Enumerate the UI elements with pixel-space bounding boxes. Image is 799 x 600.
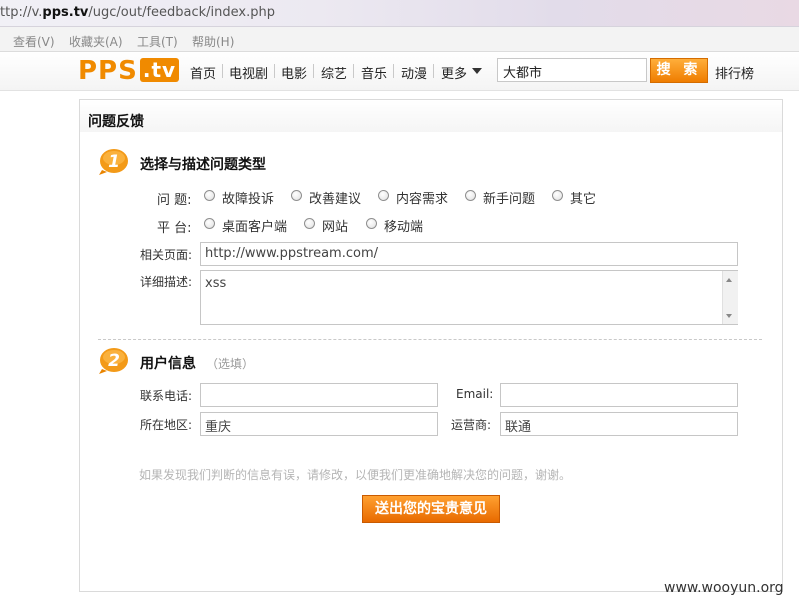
option-desktop-client[interactable]: 桌面客户端 [222, 216, 287, 235]
radio-website[interactable] [304, 218, 315, 229]
page-label: 相关页面: [140, 248, 193, 262]
option-website[interactable]: 网站 [322, 216, 348, 235]
related-page-input[interactable]: http://www.ppstream.com/ [200, 242, 738, 266]
radio-mobile[interactable] [366, 218, 377, 229]
region-input[interactable]: 重庆 [200, 412, 438, 436]
submit-button[interactable]: 送出您的宝贵意见 [362, 495, 500, 523]
watermark: www.wooyun.org [664, 580, 784, 596]
option-suggestion[interactable]: 改善建议 [309, 188, 361, 207]
carrier-input[interactable]: 联通 [500, 412, 738, 436]
radio-other[interactable] [552, 190, 563, 201]
nav-divider [393, 64, 394, 78]
step-2-badge-icon: 2 [99, 348, 128, 374]
nav-more[interactable]: 更多 [441, 63, 467, 82]
nav-divider [274, 64, 275, 78]
menu-view[interactable]: 查看(V) [13, 33, 55, 50]
search-button[interactable]: 搜 索 [650, 58, 708, 83]
menu-tools[interactable]: 工具(T) [137, 33, 178, 50]
nav-divider [222, 64, 223, 78]
search-input[interactable]: 大都市 [497, 58, 647, 82]
nav-ranking[interactable]: 排行榜 [715, 63, 754, 82]
description-textarea[interactable] [200, 270, 738, 325]
nav-divider [313, 64, 314, 78]
nav-home[interactable]: 首页 [190, 63, 216, 82]
radio-desktop-client[interactable] [204, 218, 215, 229]
section-divider [98, 339, 762, 340]
nav-divider [353, 64, 354, 78]
nav-movies[interactable]: 电影 [281, 63, 307, 82]
option-content-request[interactable]: 内容需求 [396, 188, 448, 207]
option-mobile[interactable]: 移动端 [384, 216, 423, 235]
svg-text:2: 2 [108, 351, 120, 371]
panel-title: 问题反馈 [88, 114, 144, 130]
nav-tv-series[interactable]: 电视剧 [229, 63, 268, 82]
hint-text: 如果发现我们判断的信息有误，请修改，以便我们更准确地解决您的问题，谢谢。 [139, 468, 572, 482]
nav-music[interactable]: 音乐 [361, 63, 387, 82]
step-1-badge-icon: 1 [99, 149, 128, 175]
pps-logo[interactable]: PPS .tv [78, 57, 180, 85]
phone-label: 联系电话: [140, 389, 193, 403]
email-input[interactable] [500, 383, 738, 407]
scroll-up-icon[interactable] [726, 278, 732, 282]
optional-note: （选填） [206, 357, 255, 371]
problem-label: 问 题: [157, 193, 192, 208]
nav-anime[interactable]: 动漫 [401, 63, 427, 82]
description-label: 详细描述: [140, 275, 193, 289]
dropdown-arrow-icon[interactable] [472, 68, 482, 74]
radio-content-request[interactable] [378, 190, 389, 201]
section-1-title: 选择与描述问题类型 [140, 157, 266, 173]
menu-help[interactable]: 帮助(H) [192, 33, 234, 50]
radio-fault[interactable] [204, 190, 215, 201]
menu-favorites[interactable]: 收藏夹(A) [69, 33, 123, 50]
email-label: Email: [456, 387, 494, 401]
platform-label: 平 台: [157, 221, 192, 236]
radio-suggestion[interactable] [291, 190, 302, 201]
description-text: xss [205, 276, 227, 291]
carrier-label: 运营商: [451, 418, 492, 432]
section-2-title: 用户信息 [140, 356, 196, 372]
nav-variety[interactable]: 综艺 [321, 63, 347, 82]
option-fault[interactable]: 故障投诉 [222, 188, 274, 207]
nav-divider [433, 64, 434, 78]
scroll-down-icon[interactable] [726, 314, 732, 318]
phone-input[interactable] [200, 383, 438, 407]
radio-newbie[interactable] [465, 190, 476, 201]
svg-text:1: 1 [108, 152, 120, 172]
address-url[interactable]: ttp://v.pps.tv/ugc/out/feedback/index.ph… [0, 5, 275, 20]
option-other[interactable]: 其它 [570, 188, 596, 207]
panel-header [80, 100, 782, 132]
region-label: 所在地区: [140, 418, 193, 432]
option-newbie[interactable]: 新手问题 [483, 188, 535, 207]
